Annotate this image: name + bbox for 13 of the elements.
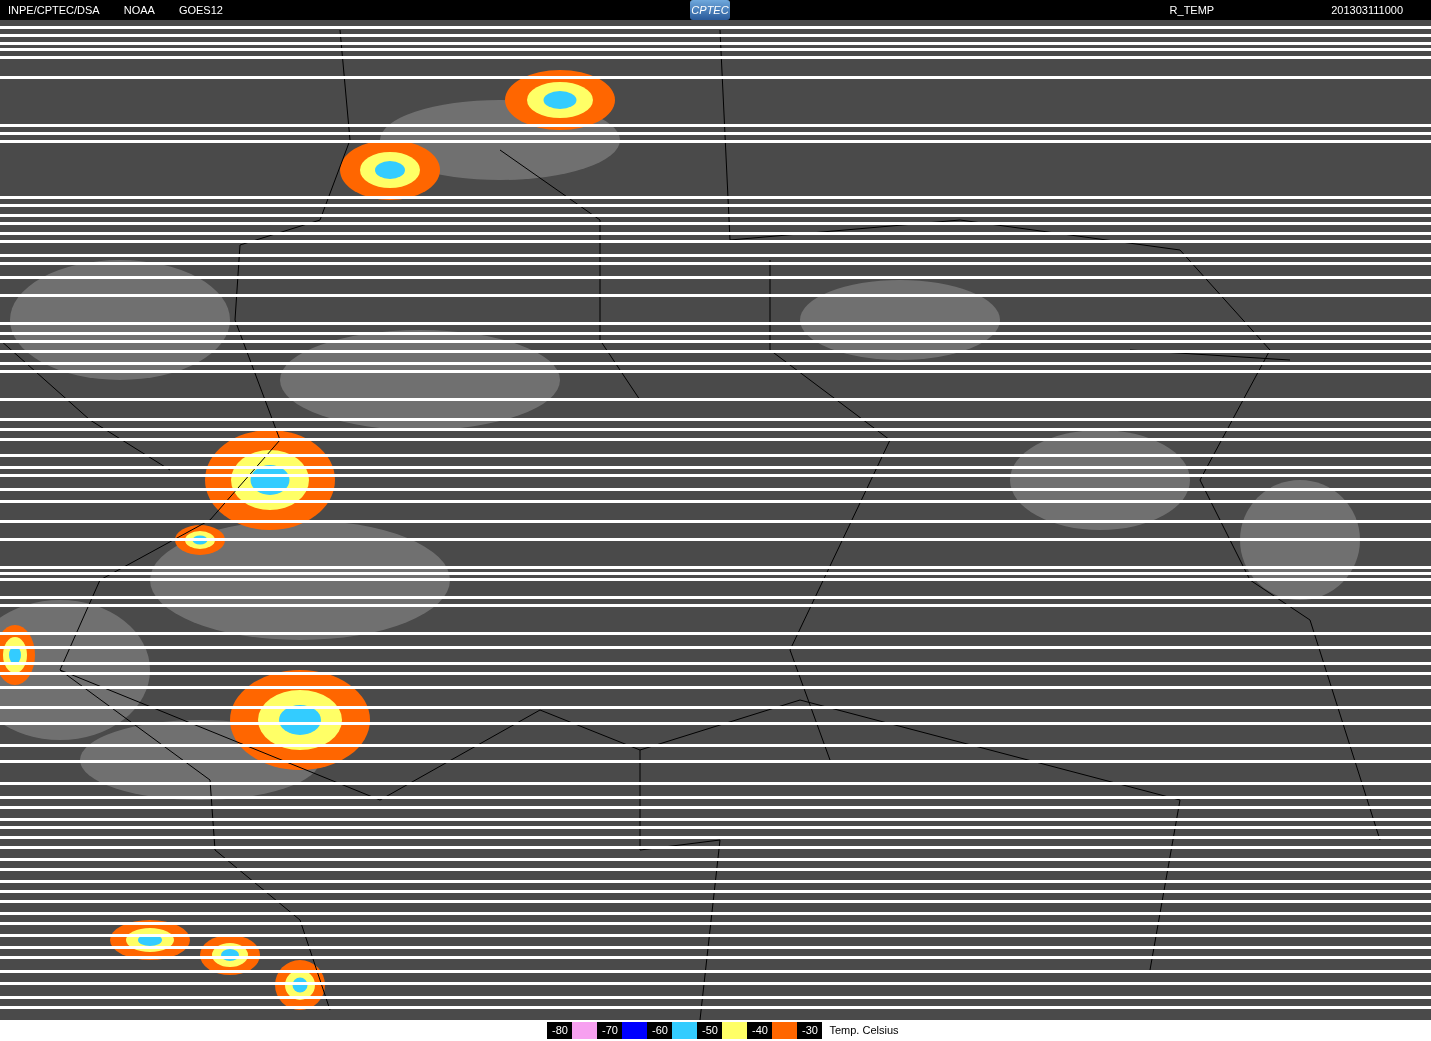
legend-value: -80	[547, 1022, 573, 1039]
timestamp: 201303111000	[1331, 2, 1403, 18]
legend-value: -60	[647, 1022, 673, 1039]
legend-value: -40	[747, 1022, 773, 1039]
product-name: R_TEMP	[1169, 2, 1215, 18]
header-label: INPE/CPTEC/DSA	[8, 2, 100, 18]
legend-value: -70	[597, 1022, 623, 1039]
logo: CPTEC	[690, 0, 730, 20]
header-label: NOAA	[123, 2, 155, 18]
legend-value: -30	[797, 1022, 823, 1039]
legend-value: -50	[697, 1022, 723, 1039]
header-label: GOES12	[178, 2, 223, 18]
legend-unit: Temp. Celsius	[829, 1023, 899, 1039]
